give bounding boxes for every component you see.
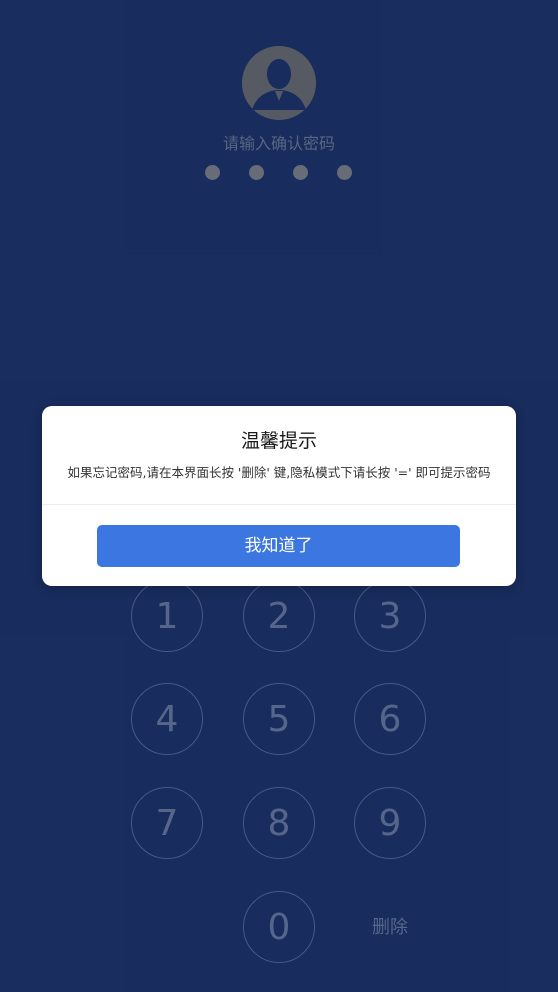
confirm-button[interactable]: 我知道了 — [97, 525, 460, 567]
dialog-divider — [42, 504, 516, 505]
dialog-message: 如果忘记密码,请在本界面长按 '删除' 键,隐私模式下请长按 '=' 即可提示密… — [67, 465, 491, 480]
tip-dialog: 温馨提示 如果忘记密码,请在本界面长按 '删除' 键,隐私模式下请长按 '=' … — [42, 406, 516, 586]
dialog-title: 温馨提示 — [240, 430, 317, 452]
